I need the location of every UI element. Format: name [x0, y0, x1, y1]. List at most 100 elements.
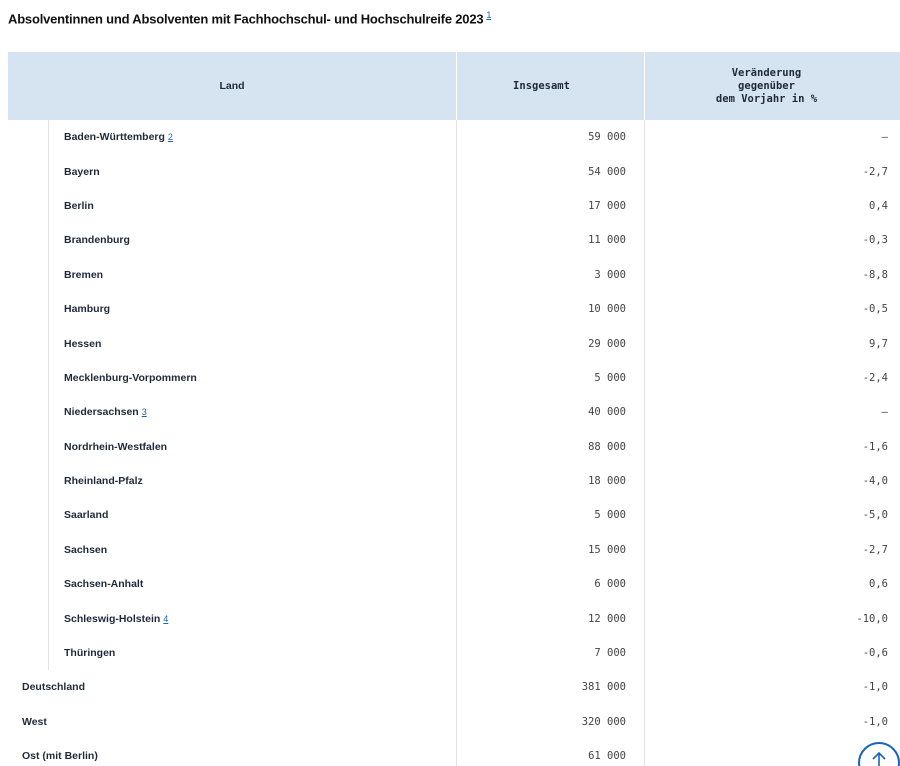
cell-insgesamt: 40 000 [457, 395, 645, 430]
land-label: Berlin [64, 199, 94, 212]
land-label: Nordrhein-Westfalen [64, 440, 168, 453]
cell-land: Rheinland-Pfalz [8, 463, 457, 499]
arrow-up-icon [872, 751, 886, 766]
cell-insgesamt: 59 000 [457, 120, 645, 155]
cell-insgesamt: 29 000 [457, 326, 645, 361]
table-row-total: Deutschland 381 000 -1,0 [8, 670, 900, 705]
cell-veraenderung: -0,6 [862, 647, 888, 660]
cell-insgesamt: 61 000 [457, 739, 645, 766]
cell-land: Nordrhein-Westfalen [8, 429, 457, 465]
land-label: Brandenburg [64, 234, 130, 247]
cell-insgesamt: 320 000 [457, 704, 645, 740]
cell-veraenderung: -0,5 [862, 303, 888, 316]
land-label: Bremen [64, 268, 104, 281]
cell-insgesamt: 17 000 [457, 188, 645, 224]
cell-land: Niedersachsen 3 [8, 395, 457, 430]
cell-insgesamt: 7 000 [457, 635, 645, 671]
footnote-link[interactable]: 2 [168, 132, 173, 142]
table-row: Mecklenburg-Vorpommern 5 000 -2,4 [8, 360, 900, 396]
cell-land: Brandenburg [8, 223, 457, 258]
cell-veraenderung: -1,0 [862, 715, 888, 728]
cell-veraenderung: -1,6 [862, 440, 888, 453]
land-label: Sachsen-Anhalt [64, 578, 144, 591]
cell-veraenderung: -5,0 [862, 509, 888, 522]
cell-land: West [8, 704, 457, 740]
land-label: Niedersachsen [64, 406, 139, 419]
table-body: Baden-Württemberg 2 59 000– Bayern 54 000 -2,… [8, 120, 900, 766]
land-label: Mecklenburg-Vorpommern [64, 371, 197, 384]
title-footnote-link[interactable]: 1 [486, 10, 491, 20]
cell-land: Sachsen [8, 532, 457, 568]
cell-veraenderung: -2,7 [862, 543, 888, 556]
veraenderung-line-1: Veränderung [731, 66, 802, 79]
cell-land: Hessen [8, 326, 457, 362]
cell-land: Deutschland [8, 670, 457, 705]
cell-land: Ost (mit Berlin) [8, 739, 457, 766]
table-row: Bremen 3 000 -8,8 [8, 257, 900, 293]
column-header-veraenderung: Veränderung gegenüber dem Vorjahr in % [645, 52, 900, 120]
land-label: Bayern [64, 165, 100, 178]
cell-insgesamt: 3 000 [457, 257, 645, 292]
cell-insgesamt: 5 000 [457, 498, 645, 533]
cell-veraenderung: -2,7 [862, 165, 888, 178]
footnote-link[interactable]: 3 [142, 407, 147, 417]
land-label: Sachsen [64, 543, 108, 556]
cell-insgesamt: 12 000 [457, 601, 645, 636]
cell-land: Sachsen-Anhalt [8, 567, 457, 602]
table-row: Brandenburg 11 000 -0,3 [8, 223, 900, 258]
table-row: Thüringen 7 000 -0,6 [8, 635, 900, 671]
land-label: Hessen [64, 337, 102, 350]
cell-land: Hamburg [8, 291, 457, 327]
table-row: Berlin 17 000 0,4 [8, 188, 900, 224]
table-row: Bayern 54 000 -2,7 [8, 154, 900, 190]
cell-veraenderung: -8,8 [862, 268, 888, 281]
land-label: Hamburg [64, 303, 111, 316]
land-label: Baden-Württemberg [64, 131, 165, 144]
table-row: Schleswig-Holstein 4 12 000 -10,0 [8, 601, 900, 637]
table-row: Hessen 29 000 9,7 [8, 326, 900, 362]
cell-insgesamt: 18 000 [457, 463, 645, 499]
table-row: Niedersachsen 3 40 000– [8, 395, 900, 430]
cell-land: Baden-Württemberg 2 [8, 120, 457, 155]
table-row-total: West 320 000 -1,0 [8, 704, 900, 740]
cell-land: Thüringen [8, 635, 457, 671]
data-table: Land Insgesamt Veränderung gegenüber dem… [8, 52, 900, 766]
cell-land: Saarland [8, 498, 457, 534]
land-label: Thüringen [64, 647, 116, 660]
table-row: Sachsen-Anhalt 6 000 0,6 [8, 567, 900, 602]
cell-insgesamt: 15 000 [457, 532, 645, 568]
cell-veraenderung: 9,7 [869, 337, 888, 350]
cell-insgesamt: 88 000 [457, 429, 645, 464]
cell-insgesamt: 381 000 [457, 670, 645, 705]
table-header: Land Insgesamt Veränderung gegenüber dem… [8, 52, 900, 120]
land-label: Saarland [64, 509, 109, 522]
cell-veraenderung: -0,3 [862, 234, 888, 247]
table-row: Rheinland-Pfalz 18 000 -4,0 [8, 463, 900, 499]
veraenderung-line-2: gegenüber [738, 79, 795, 92]
footnote-link[interactable]: 4 [163, 614, 168, 624]
cell-insgesamt: 6 000 [457, 567, 645, 602]
cell-land: Bayern [8, 154, 457, 190]
cell-veraenderung: -10,0 [856, 612, 888, 625]
cell-veraenderung: -2,4 [862, 371, 888, 384]
veraenderung-line-3: dem Vorjahr in % [715, 92, 818, 105]
cell-land: Schleswig-Holstein 4 [8, 601, 457, 637]
cell-veraenderung: 0,4 [869, 199, 888, 212]
table-row: Hamburg 10 000 -0,5 [8, 291, 900, 327]
cell-veraenderung: – [881, 131, 888, 144]
cell-land: Mecklenburg-Vorpommern [8, 360, 457, 396]
table-row: Baden-Württemberg 2 59 000– [8, 120, 900, 155]
table-row: Nordrhein-Westfalen 88 000 -1,6 [8, 429, 900, 465]
cell-land: Berlin [8, 188, 457, 224]
table-row: Sachsen 15 000 -2,7 [8, 532, 900, 568]
cell-insgesamt: 11 000 [457, 223, 645, 258]
table-title: Absolventinnen und Absolventen mit Fachh… [8, 10, 491, 26]
cell-veraenderung: 0,6 [869, 578, 888, 591]
cell-insgesamt: 54 000 [457, 154, 645, 189]
cell-veraenderung: -1,0 [862, 681, 888, 694]
column-header-insgesamt: Insgesamt [457, 52, 645, 120]
table-row: Saarland 5 000 -5,0 [8, 498, 900, 534]
table-title-text: Absolventinnen und Absolventen mit Fachh… [8, 11, 484, 27]
land-label: Rheinland-Pfalz [64, 475, 143, 488]
land-label: Schleswig-Holstein [64, 612, 161, 625]
